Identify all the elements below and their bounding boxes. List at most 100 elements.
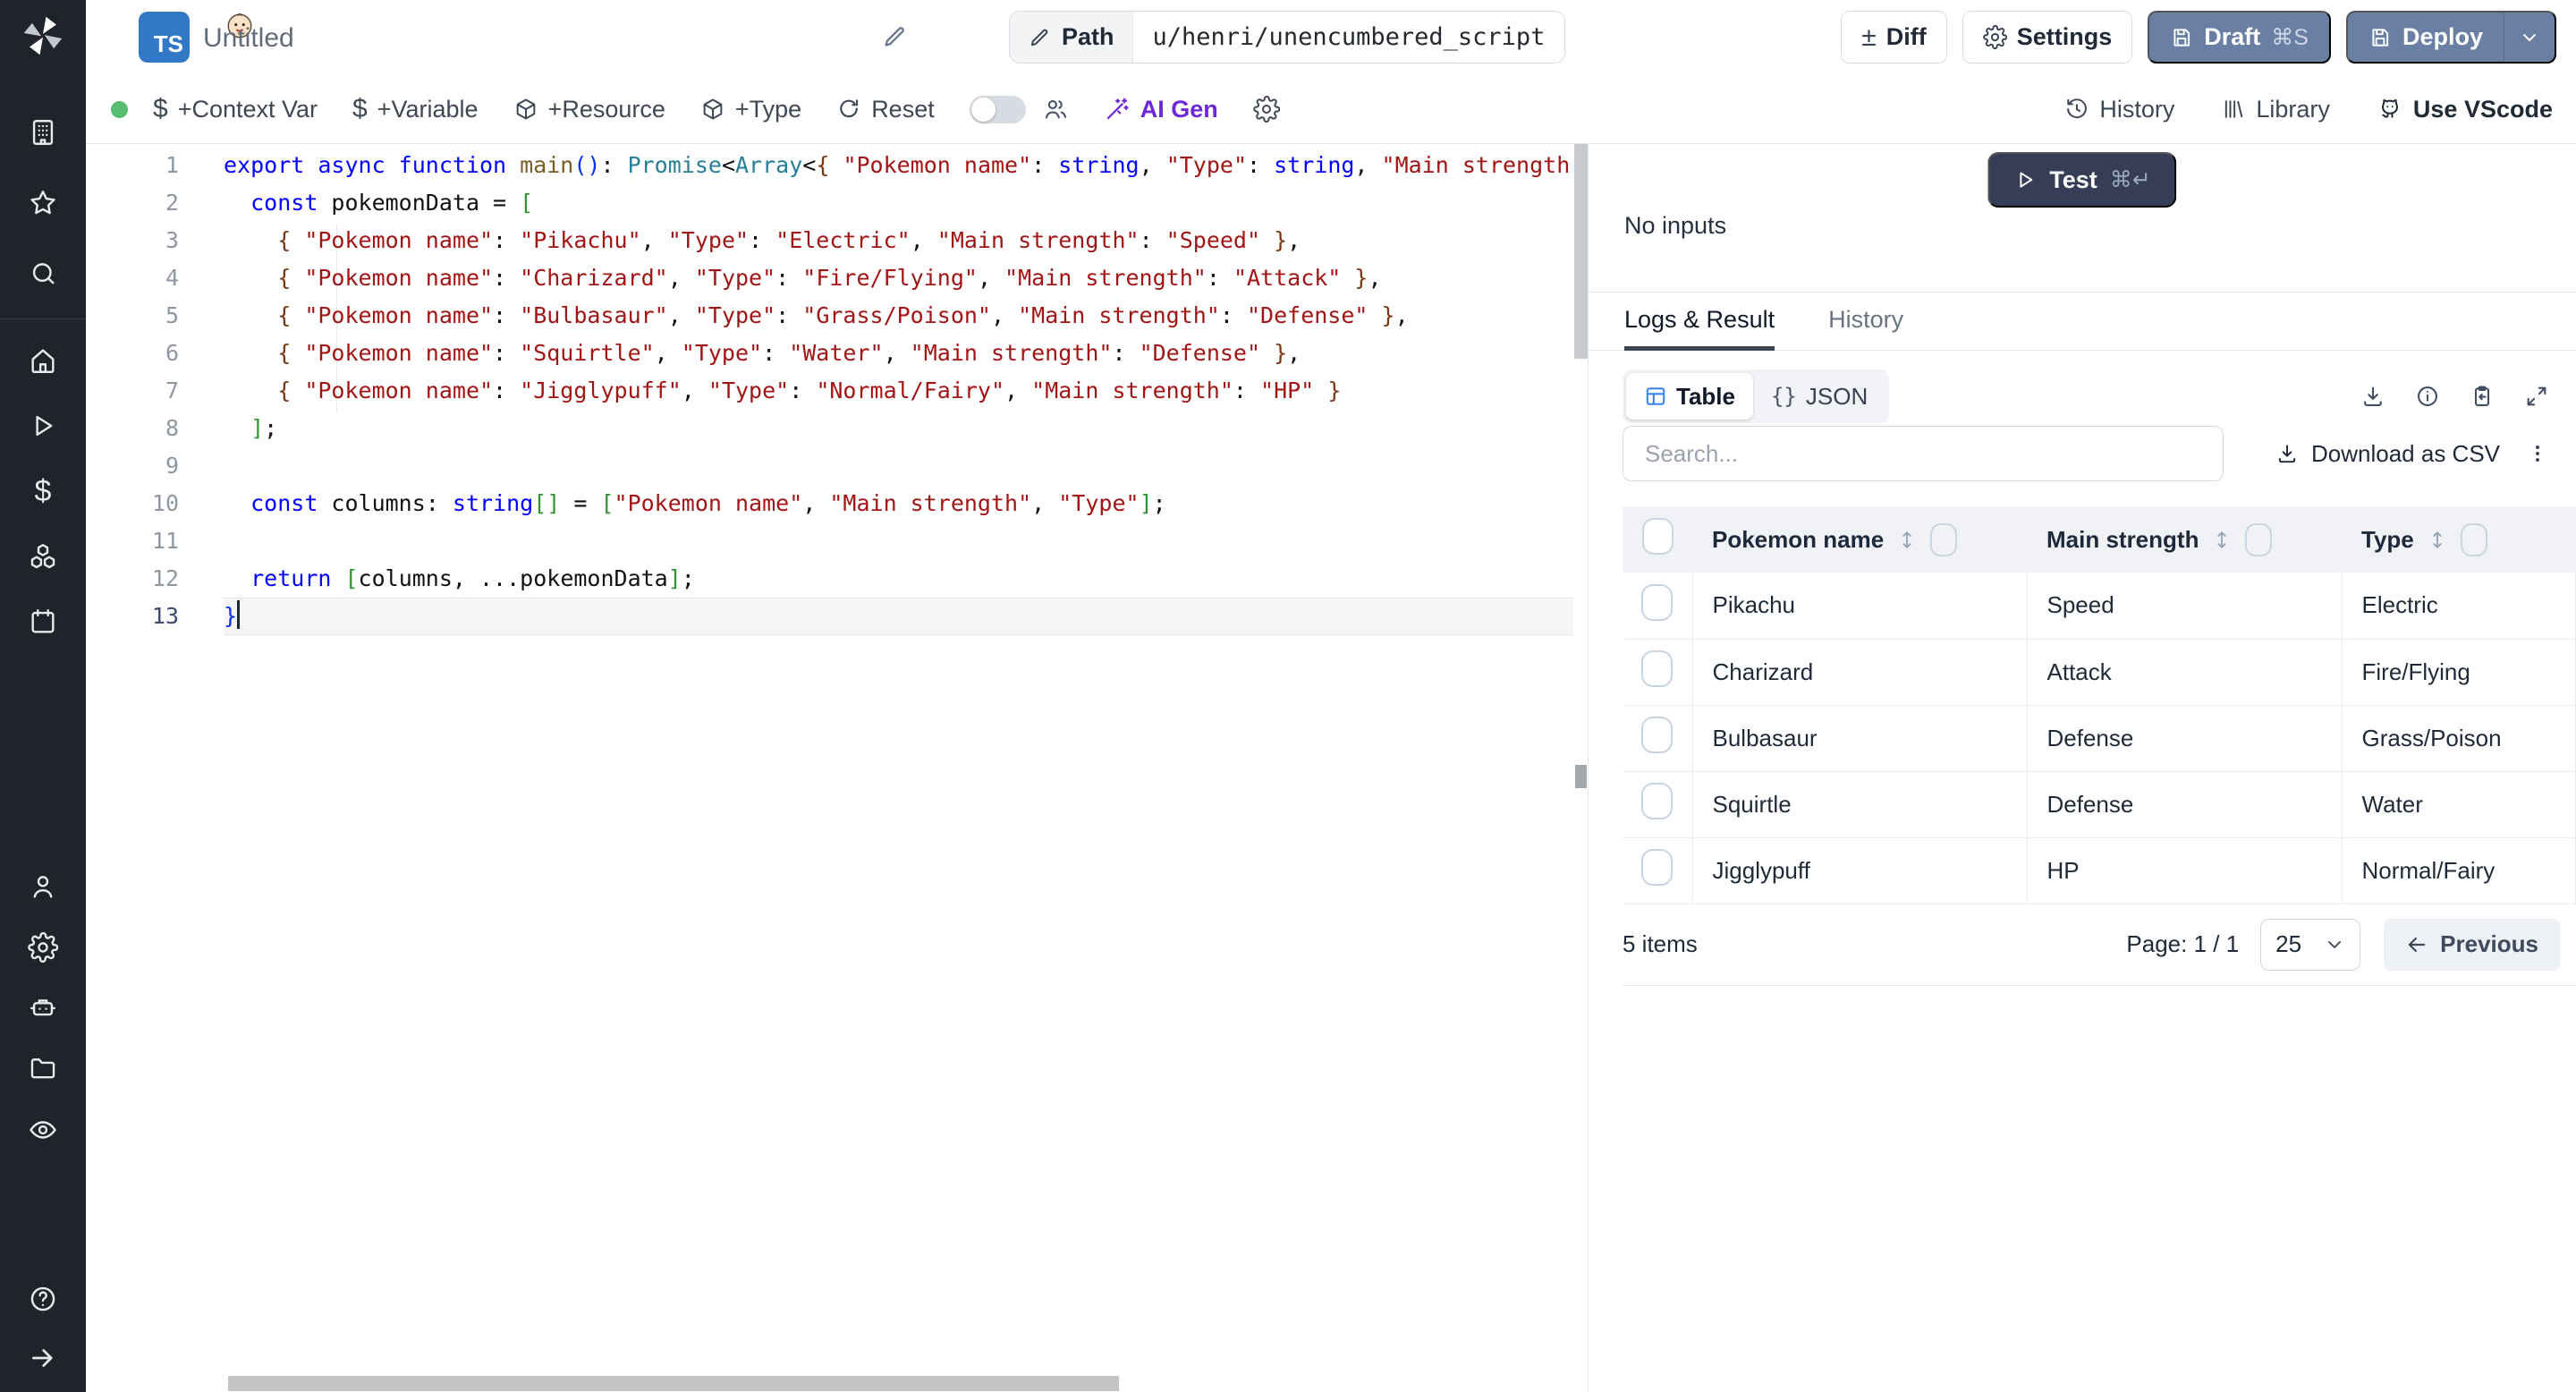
dollar-icon[interactable]: $	[21, 470, 64, 513]
line-number: 11	[151, 528, 179, 554]
row-checkbox[interactable]	[1641, 583, 1674, 621]
table-row: Bulbasaur Defense Grass/Poison	[1623, 705, 2576, 772]
text-cursor	[237, 600, 241, 629]
code-line[interactable]: 13}	[86, 598, 1573, 635]
path-widget[interactable]: Path u/henri/unencumbered_script	[1009, 11, 1566, 64]
line-number: 4	[165, 265, 179, 291]
code-text: }	[224, 598, 241, 635]
page-size-select[interactable]: 25	[2260, 918, 2361, 971]
code-line[interactable]: 3 { "Pokemon name": "Pikachu", "Type": "…	[86, 222, 1573, 259]
table-cell: HP	[2027, 837, 2343, 904]
code-text: return [columns, ...pokemonData];	[250, 565, 695, 591]
table-cell: Speed	[2027, 573, 2343, 640]
add-resource-button[interactable]: +Resource	[513, 96, 665, 123]
kebab-menu-icon[interactable]	[2526, 442, 2549, 465]
add-variable-button[interactable]: $ +Variable	[352, 96, 479, 123]
reset-button[interactable]: Reset	[836, 96, 935, 123]
calendar-icon[interactable]	[21, 600, 64, 643]
editor-settings-gear-icon[interactable]	[1253, 96, 1280, 123]
building-icon[interactable]	[21, 111, 64, 154]
code-line[interactable]: 4 { "Pokemon name": "Charizard", "Type":…	[86, 259, 1573, 297]
sidebar-divider	[0, 318, 86, 319]
editor-vertical-scrollbar[interactable]	[1574, 144, 1588, 359]
search-icon[interactable]	[21, 252, 64, 295]
cubes-icon[interactable]	[21, 535, 64, 578]
expand-icon[interactable]	[2524, 384, 2549, 409]
code-line[interactable]: 1 export async function main(): Promise<A…	[86, 147, 1573, 184]
code-editor[interactable]: 1 export async function main(): Promise<A…	[86, 144, 1588, 1392]
code-line[interactable]: 5 { "Pokemon name": "Bulbasaur", "Type":…	[86, 297, 1573, 335]
code-line[interactable]: 10 const columns: string[] = ["Pokemon n…	[86, 485, 1573, 522]
library-button[interactable]: Library	[2221, 96, 2330, 123]
run-panel: Test ⌘↵ No inputs Logs & Result History …	[1588, 144, 2576, 1392]
column-header[interactable]: Type	[2342, 506, 2576, 573]
previous-page-button[interactable]: Previous	[2384, 918, 2560, 971]
table-footer: 5 items Page: 1 / 1 25 Previous	[1623, 904, 2576, 986]
arrow-right-icon[interactable]	[21, 1337, 64, 1379]
row-checkbox[interactable]	[1641, 783, 1674, 819]
row-checkbox[interactable]	[1641, 650, 1674, 687]
search-input[interactable]	[1623, 426, 2224, 481]
user-icon[interactable]	[21, 865, 64, 908]
code-line[interactable]: 9	[86, 447, 1573, 485]
column-header[interactable]: Main strength	[2027, 506, 2342, 573]
diff-button[interactable]: ± Diff	[1841, 11, 1947, 64]
robot-icon[interactable]	[21, 987, 64, 1030]
view-table-option[interactable]: Table	[1626, 373, 1753, 420]
table-cell: Electric	[2342, 573, 2576, 640]
home-icon[interactable]	[21, 339, 64, 382]
result-tabs: Logs & Result History	[1589, 292, 2576, 351]
deploy-button[interactable]: Deploy	[2345, 11, 2556, 64]
edit-pencil-icon[interactable]	[881, 23, 908, 50]
diff-mode-toggle[interactable]	[969, 95, 1026, 123]
package-icon	[700, 97, 725, 122]
tab-history[interactable]: History	[1828, 293, 1903, 351]
add-context-var-button[interactable]: $ +Context Var	[153, 96, 318, 123]
code-lines[interactable]: 1 export async function main(): Promise<A…	[86, 144, 1573, 1372]
add-type-button[interactable]: +Type	[700, 96, 801, 123]
gear-icon[interactable]	[21, 926, 64, 969]
table-row: Squirtle Defense Water	[1623, 771, 2576, 838]
column-filter-pill[interactable]	[2245, 522, 2273, 556]
editor-toolbar: $ +Context Var $ +Variable +Resource +Ty…	[86, 75, 2576, 144]
help-icon[interactable]	[21, 1277, 64, 1320]
code-line[interactable]: 7 { "Pokemon name": "Jigglypuff", "Type"…	[86, 372, 1573, 410]
folder-icon[interactable]	[21, 1048, 64, 1091]
windmill-logo[interactable]	[20, 13, 66, 59]
code-line[interactable]: 8 ];	[86, 410, 1573, 447]
eye-icon[interactable]	[21, 1108, 64, 1151]
code-line[interactable]: 6 { "Pokemon name": "Squirtle", "Type": …	[86, 335, 1573, 372]
star-icon[interactable]	[21, 182, 64, 225]
multiplayer-icon[interactable]	[1042, 96, 1069, 123]
settings-button[interactable]: Settings	[1962, 11, 2133, 64]
history-button[interactable]: History	[2064, 96, 2174, 123]
row-checkbox[interactable]	[1641, 849, 1674, 886]
tab-logs-result[interactable]: Logs & Result	[1624, 293, 1775, 351]
code-line[interactable]: 11	[86, 522, 1573, 560]
ai-gen-button[interactable]: AI Gen	[1104, 96, 1218, 123]
column-filter-pill[interactable]	[2460, 522, 2487, 556]
download-csv-button[interactable]: Download as CSV	[2275, 440, 2500, 468]
plus-minus-icon: ±	[1861, 21, 1877, 52]
view-json-option[interactable]: {} JSON	[1753, 373, 1885, 420]
row-checkbox[interactable]	[1641, 717, 1674, 753]
items-count: 5 items	[1623, 930, 1698, 957]
chevron-down-icon[interactable]	[2504, 13, 2555, 62]
editor-horizontal-scrollbar[interactable]	[228, 1376, 1119, 1391]
table-cell: Grass/Poison	[2342, 705, 2576, 772]
use-vscode-button[interactable]: Use VScode	[2377, 96, 2553, 123]
test-button[interactable]: Test ⌘↵	[1987, 152, 2177, 208]
sort-icon	[2433, 530, 2442, 548]
clipboard-copy-icon[interactable]	[2470, 384, 2495, 409]
dollar-icon: $	[352, 94, 368, 123]
info-icon[interactable]	[2415, 384, 2440, 409]
column-header[interactable]: Pokemon name	[1692, 506, 2027, 573]
play-icon[interactable]	[21, 404, 64, 447]
download-result-icon[interactable]	[2360, 384, 2385, 409]
code-line[interactable]: 2 const pokemonData = [	[86, 184, 1573, 222]
code-line[interactable]: 12 return [columns, ...pokemonData];	[86, 560, 1573, 598]
draft-button[interactable]: Draft ⌘S	[2148, 11, 2331, 64]
select-all-checkbox[interactable]	[1641, 518, 1674, 555]
column-filter-pill[interactable]	[1930, 522, 1958, 556]
line-number: 2	[165, 190, 179, 216]
